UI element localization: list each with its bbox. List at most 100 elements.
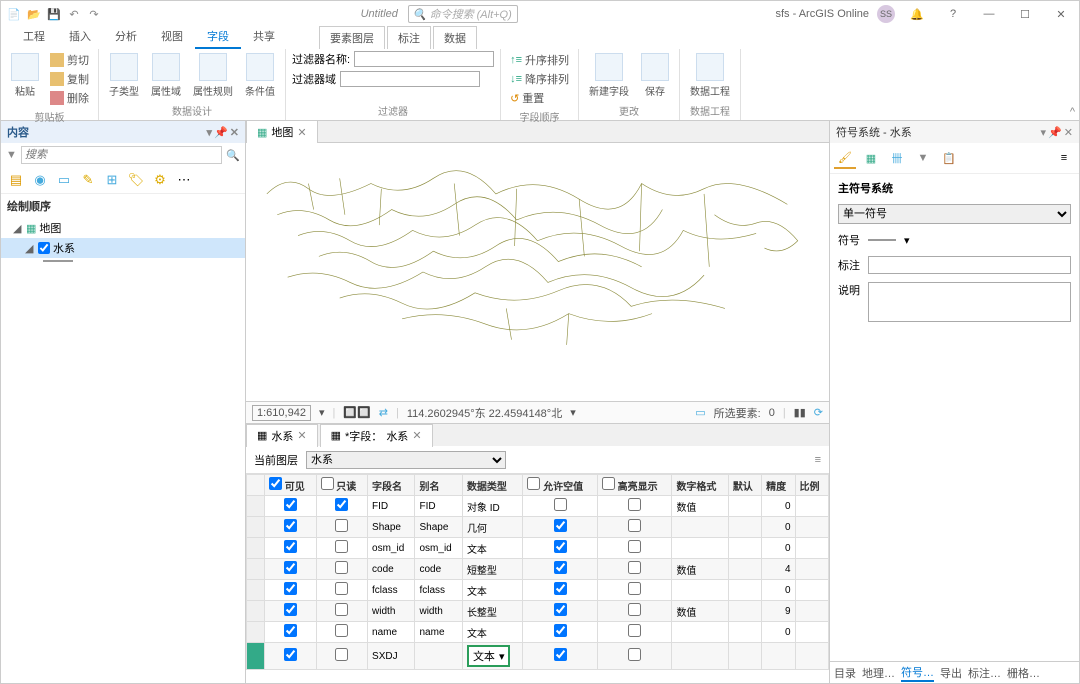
menu-icon[interactable]: ≡ xyxy=(1053,147,1075,169)
symbol-layers-icon[interactable]: 卌 xyxy=(886,147,908,169)
avatar[interactable]: SS xyxy=(877,5,895,23)
collapse-ribbon-button[interactable]: ^ xyxy=(1070,106,1075,118)
table-row[interactable]: codecode短整型数值4 xyxy=(247,559,829,580)
save-icon[interactable]: 💾 xyxy=(45,5,63,23)
close-panel-icon[interactable]: ✕ xyxy=(230,126,239,139)
filter-icon[interactable]: ▼ xyxy=(6,149,17,161)
minimize-button[interactable]: — xyxy=(975,4,1003,24)
save-field-button[interactable]: 保存 xyxy=(637,51,673,100)
command-search[interactable]: 🔍 命令搜索 (Alt+Q) xyxy=(408,5,518,23)
domain-button[interactable]: 属性域 xyxy=(147,51,185,100)
zoom-tools-icon[interactable]: 🔲🔲 xyxy=(343,406,370,419)
sort-asc-button[interactable]: ↑≡升序排列 xyxy=(507,51,572,69)
column-header[interactable]: 数字格式 xyxy=(672,475,728,496)
scale-display[interactable]: 1:610,942 xyxy=(252,405,311,421)
context-tab-2[interactable]: 数据 xyxy=(433,26,477,49)
panel-options-icon[interactable]: ▾ xyxy=(207,126,213,139)
table-row[interactable]: SXDJ文本 ▾ xyxy=(247,643,829,670)
filter-name-input[interactable] xyxy=(354,51,494,67)
table-row[interactable]: fclassfclass文本0 xyxy=(247,580,829,601)
scale-dropdown-icon[interactable]: ▾ xyxy=(319,406,325,419)
open-icon[interactable]: 📂 xyxy=(25,5,43,23)
column-header[interactable]: 默认 xyxy=(728,475,761,496)
close-tab-icon[interactable]: ✕ xyxy=(297,429,306,442)
ribbon-tab-5[interactable]: 共享 xyxy=(241,25,287,49)
type-dropdown[interactable]: 文本 ▾ xyxy=(467,645,511,667)
column-header[interactable]: 数据类型 xyxy=(462,475,522,496)
notifications-icon[interactable]: 🔔 xyxy=(903,4,931,24)
bottom-tab-0[interactable]: 目录 xyxy=(834,665,856,681)
bottom-tab-4[interactable]: 标注… xyxy=(968,665,1001,681)
list-by-source-icon[interactable]: ◉ xyxy=(30,170,50,190)
pin-icon[interactable]: 📌 xyxy=(214,126,228,139)
new-project-icon[interactable]: 📄 xyxy=(5,5,23,23)
toc-search-input[interactable] xyxy=(21,146,222,164)
column-header[interactable]: 字段名 xyxy=(368,475,415,496)
close-tab-icon[interactable]: ✕ xyxy=(412,429,421,442)
redo-icon[interactable]: ↷ xyxy=(85,5,103,23)
column-header[interactable]: 高亮显示 xyxy=(597,475,672,496)
table-row[interactable]: ShapeShape几何0 xyxy=(247,517,829,538)
delete-button[interactable]: 删除 xyxy=(47,89,92,107)
table-row[interactable]: namename文本0 xyxy=(247,622,829,643)
refresh-icon[interactable]: ⟳ xyxy=(814,406,823,419)
pin-icon[interactable]: 📌 xyxy=(1048,126,1062,139)
filter-domain-input[interactable] xyxy=(340,71,480,87)
column-header[interactable]: 别名 xyxy=(415,475,462,496)
ribbon-tab-1[interactable]: 插入 xyxy=(57,25,103,49)
toc-layer-item[interactable]: ◢ 水系 xyxy=(1,238,245,258)
rules-button[interactable]: 属性规则 xyxy=(189,51,237,100)
search-icon[interactable]: 🔍 xyxy=(226,149,240,162)
symbol-swatch[interactable] xyxy=(868,239,896,241)
list-by-perspective-icon[interactable]: ⚙ xyxy=(150,170,170,190)
cut-button[interactable]: 剪切 xyxy=(47,51,92,69)
list-by-editable-icon[interactable]: ✎ xyxy=(78,170,98,190)
layer-visible-checkbox[interactable] xyxy=(38,242,50,254)
current-layer-select[interactable]: 水系 xyxy=(306,451,506,469)
label-input[interactable] xyxy=(868,256,1071,274)
more-icon[interactable]: ⋯ xyxy=(174,170,194,190)
map-view[interactable] xyxy=(246,143,829,401)
column-header[interactable]: 比例 xyxy=(795,475,828,496)
description-input[interactable] xyxy=(868,282,1071,322)
contingent-button[interactable]: 条件值 xyxy=(241,51,279,100)
table-row[interactable]: widthwidth长整型数值9 xyxy=(247,601,829,622)
import-icon[interactable]: 📋 xyxy=(938,147,960,169)
expand-icon[interactable]: ◢ xyxy=(25,242,35,255)
column-header[interactable]: 允许空值 xyxy=(523,475,598,496)
help-icon[interactable]: ? xyxy=(939,4,967,24)
menu-icon[interactable]: ≡ xyxy=(815,454,821,466)
ribbon-tab-2[interactable]: 分析 xyxy=(103,25,149,49)
new-field-button[interactable]: 新建字段 xyxy=(585,51,633,100)
bottom-tab-1[interactable]: 地理… xyxy=(862,665,895,681)
copy-button[interactable]: 复制 xyxy=(47,70,92,88)
attr-tab-layer[interactable]: ▦水系✕ xyxy=(246,424,318,447)
advanced-icon[interactable]: ▼ xyxy=(912,147,934,169)
map-tab[interactable]: ▦ 地图 ✕ xyxy=(246,121,318,143)
context-tab-1[interactable]: 标注 xyxy=(387,26,431,49)
sort-desc-button[interactable]: ↓≡降序排列 xyxy=(507,70,572,88)
list-by-selection-icon[interactable]: ▭ xyxy=(54,170,74,190)
paste-button[interactable]: 粘贴 xyxy=(7,51,43,100)
bottom-tab-2[interactable]: 符号… xyxy=(901,664,934,682)
coord-dropdown-icon[interactable]: ▾ xyxy=(570,406,576,419)
ribbon-tab-3[interactable]: 视图 xyxy=(149,25,195,49)
list-by-label-icon[interactable]: 🏷 xyxy=(126,170,146,190)
symbol-dropdown-icon[interactable]: ▾ xyxy=(904,234,910,247)
subtype-button[interactable]: 子类型 xyxy=(105,51,143,100)
reset-order-button[interactable]: ↺重置 xyxy=(507,89,572,107)
close-panel-icon[interactable]: ✕ xyxy=(1064,126,1073,139)
data-engineering-button[interactable]: 数据工程 xyxy=(686,51,734,100)
maximize-button[interactable]: ☐ xyxy=(1011,4,1039,24)
pause-icon[interactable]: ▮▮ xyxy=(794,406,806,419)
list-by-snap-icon[interactable]: ⊞ xyxy=(102,170,122,190)
symbology-type-select[interactable]: 单一符号 xyxy=(838,204,1071,224)
table-row[interactable]: osm_idosm_id文本0 xyxy=(247,538,829,559)
attr-tab-fields[interactable]: ▦*字段：水系✕ xyxy=(320,424,433,447)
ribbon-tab-4[interactable]: 字段 xyxy=(195,25,241,49)
table-row[interactable]: FIDFID对象 ID数值0 xyxy=(247,496,829,517)
undo-icon[interactable]: ↶ xyxy=(65,5,83,23)
ribbon-tab-0[interactable]: 工程 xyxy=(11,25,57,49)
column-header[interactable]: 可见 xyxy=(265,475,317,496)
bottom-tab-5[interactable]: 栅格… xyxy=(1007,665,1040,681)
